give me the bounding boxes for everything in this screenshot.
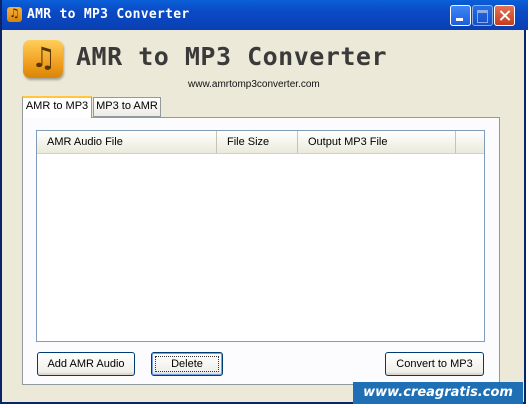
minimize-button[interactable] bbox=[450, 5, 471, 26]
maximize-button[interactable] bbox=[472, 5, 493, 26]
tab-amr-to-mp3[interactable]: AMR to MP3 bbox=[22, 96, 92, 118]
title-bar[interactable]: AMR to MP3 Converter bbox=[2, 0, 528, 30]
window-title: AMR to MP3 Converter bbox=[27, 7, 190, 22]
file-list[interactable]: AMR Audio File File Size Output MP3 File bbox=[36, 130, 485, 342]
column-header-output-mp3-file[interactable]: Output MP3 File bbox=[298, 131, 456, 153]
app-title-icon[interactable] bbox=[7, 6, 22, 22]
website-link: www.amrtomp3converter.com bbox=[188, 79, 320, 90]
watermark: www.creagratis.com bbox=[353, 382, 523, 404]
file-list-header: AMR Audio File File Size Output MP3 File bbox=[37, 131, 484, 154]
app-title: AMR to MP3 Converter bbox=[76, 42, 388, 71]
delete-button[interactable]: Delete bbox=[151, 352, 223, 376]
close-button[interactable] bbox=[494, 5, 515, 26]
music-folder-icon bbox=[23, 40, 63, 78]
app-window: AMR to MP3 Converter AMR to MP3 Converte… bbox=[0, 0, 528, 404]
column-header-file-size[interactable]: File Size bbox=[217, 131, 298, 153]
tab-mp3-to-amr[interactable]: MP3 to AMR bbox=[93, 97, 161, 117]
column-header-amr-audio-file[interactable]: AMR Audio File bbox=[37, 131, 217, 153]
convert-to-mp3-button[interactable]: Convert to MP3 bbox=[385, 352, 484, 376]
add-amr-audio-button[interactable]: Add AMR Audio bbox=[37, 352, 135, 376]
